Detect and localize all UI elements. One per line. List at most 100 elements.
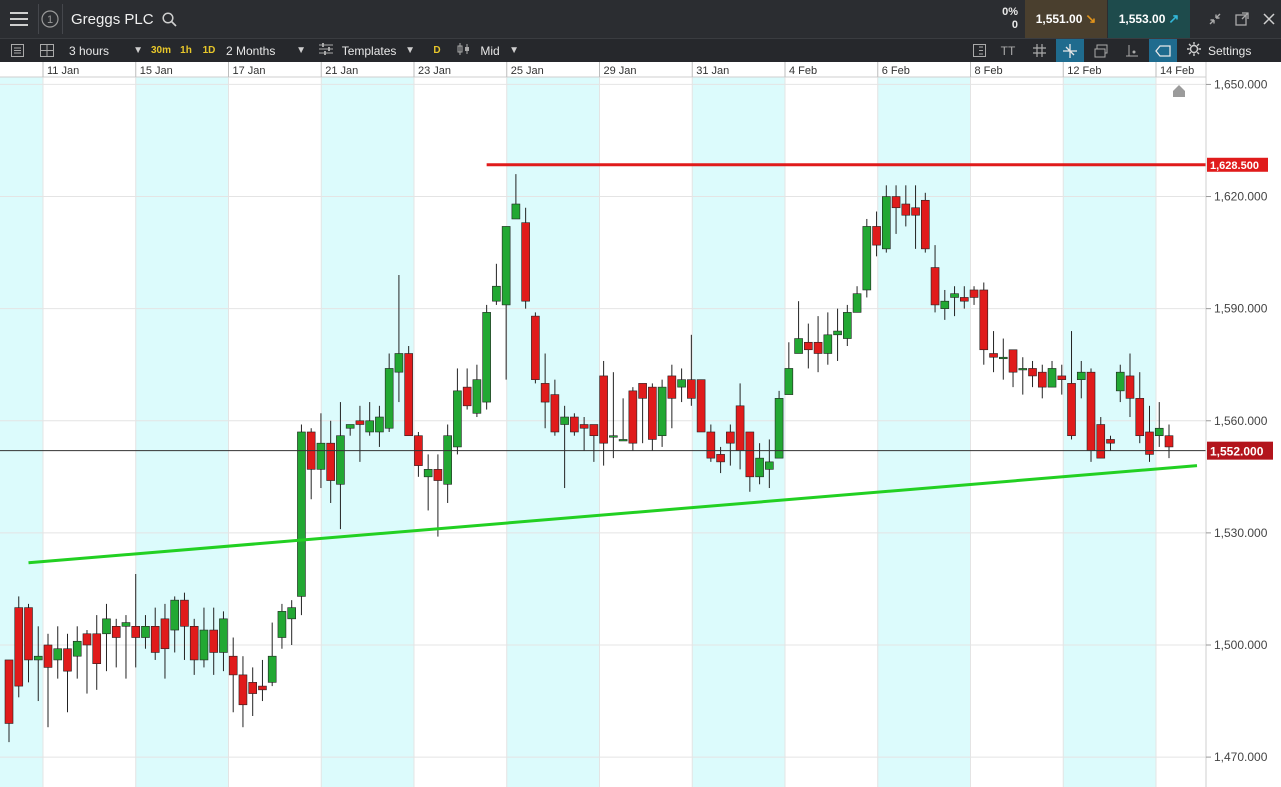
candle-body: [1047, 368, 1057, 388]
candle-body: [1115, 371, 1125, 392]
d-button[interactable]: D: [428, 39, 446, 62]
gear-icon: [1187, 42, 1201, 59]
tag-icon[interactable]: [1149, 39, 1177, 62]
candle-body: [1028, 368, 1037, 377]
candle-body: [404, 353, 413, 437]
day-band: [135, 77, 229, 787]
candle-body: [199, 629, 209, 661]
candle-body: [677, 379, 686, 388]
candle-body: [784, 368, 794, 395]
buy-price: 1,553.00: [1118, 12, 1166, 26]
settings-button[interactable]: Settings: [1181, 39, 1281, 62]
info-number: 1: [47, 14, 53, 26]
candle-body: [891, 196, 901, 209]
price-chart[interactable]: 11 Jan 15 Jan 17 Jan 21 Jan 23 Jan 25 Jan 29 J…: [0, 62, 1281, 787]
date-label: 8 Feb: [975, 65, 1003, 77]
date-label: 29 Jan: [604, 65, 637, 77]
candle-body: [1086, 371, 1096, 451]
candle-body: [1037, 371, 1047, 388]
search-icon[interactable]: [158, 0, 180, 38]
drawing-tool-icon[interactable]: [1119, 39, 1145, 62]
chevron-down-icon: ▼: [405, 45, 415, 56]
candle-body: [1008, 349, 1018, 373]
candle-body: [492, 285, 501, 302]
price-axis: 1,650.000 1,620.000 1,590.000 1,560.000 1,53…: [1205, 62, 1281, 787]
candle-body: [150, 626, 160, 653]
candle-body: [950, 293, 959, 298]
candle-body: [82, 633, 92, 646]
candle-body: [589, 424, 599, 437]
candle-body: [872, 226, 881, 246]
range-select[interactable]: 2 Months ▼: [221, 39, 311, 62]
candle-body: [63, 648, 72, 672]
candle-body: [1154, 427, 1164, 437]
date-label: 14 Feb: [1160, 65, 1194, 77]
candle-body: [687, 379, 696, 399]
popout-icon[interactable]: [1230, 0, 1254, 38]
crosshair-icon[interactable]: [1056, 39, 1084, 62]
grid-icon[interactable]: [1026, 39, 1052, 62]
up-arrow-icon: ↗: [1168, 11, 1180, 26]
candle-body: [550, 394, 560, 433]
candle-body: [940, 300, 950, 309]
candle-body: [482, 312, 491, 403]
candle-body: [14, 607, 24, 687]
divider: [62, 4, 63, 34]
date-label: 12 Feb: [1067, 65, 1101, 77]
candle-body: [1135, 398, 1145, 437]
layout-icon[interactable]: [34, 39, 60, 62]
price-mode-label: Mid: [480, 43, 500, 58]
candle-body: [170, 599, 180, 631]
spread-value: 0: [1011, 19, 1018, 31]
interval-select[interactable]: 3 hours ▼: [64, 39, 148, 62]
list-icon[interactable]: [4, 39, 30, 62]
candle-body: [209, 629, 219, 653]
candle-body: [511, 203, 521, 220]
candle-body: [969, 289, 979, 298]
sell-price-button[interactable]: 1,551.00 ↘: [1025, 0, 1107, 38]
indicators-icon[interactable]: [966, 39, 992, 62]
candle-body: [774, 398, 784, 459]
candle-body: [540, 383, 550, 403]
layers-icon[interactable]: [1088, 39, 1114, 62]
candle-body: [745, 431, 755, 478]
menu-icon[interactable]: [0, 0, 38, 38]
candle-body: [609, 435, 618, 438]
sliders-icon: [319, 43, 333, 58]
candle-body: [53, 648, 63, 661]
candle-body: [979, 289, 989, 351]
settings-label: Settings: [1208, 43, 1252, 58]
candle-body: [326, 442, 335, 481]
top-bar: 1 Greggs PLC 0% 0 1,551.00 ↘ 1,553.00 ↗: [0, 0, 1281, 38]
candle-body: [765, 461, 774, 470]
spread-box: 0% 0: [960, 0, 1024, 38]
text-tool-button[interactable]: TT: [995, 39, 1021, 62]
spread-pct: 0%: [1002, 6, 1018, 18]
close-icon[interactable]: [1258, 0, 1280, 38]
price-mode-select[interactable]: Mid ▼: [452, 39, 524, 62]
candle-body: [560, 416, 569, 425]
chevron-down-icon: ▼: [509, 45, 519, 56]
candle-body: [277, 611, 287, 638]
candle-body: [238, 674, 248, 706]
chevron-down-icon: ▼: [296, 45, 306, 56]
candle-body: [355, 420, 365, 425]
candle-body: [1057, 375, 1067, 380]
price-label: 1,590.000: [1214, 302, 1268, 316]
instrument-title[interactable]: Greggs PLC: [71, 0, 154, 38]
quick-30m-button[interactable]: 30m: [149, 39, 173, 62]
candle-body: [423, 469, 433, 478]
candle-body: [375, 416, 384, 433]
candle-body: [667, 375, 677, 399]
chevron-down-icon: ▼: [133, 45, 143, 56]
templates-select[interactable]: Templates ▼: [314, 39, 420, 62]
collapse-icon[interactable]: [1203, 0, 1227, 38]
buy-price-button[interactable]: 1,553.00 ↗: [1108, 0, 1190, 38]
info-icon[interactable]: 1: [39, 0, 61, 38]
quick-1d-button[interactable]: 1D: [198, 39, 220, 62]
candle-body: [384, 368, 394, 429]
candle-body: [735, 405, 745, 451]
candle-body: [189, 626, 199, 661]
quick-1h-button[interactable]: 1h: [175, 39, 197, 62]
candle-body: [365, 420, 374, 433]
